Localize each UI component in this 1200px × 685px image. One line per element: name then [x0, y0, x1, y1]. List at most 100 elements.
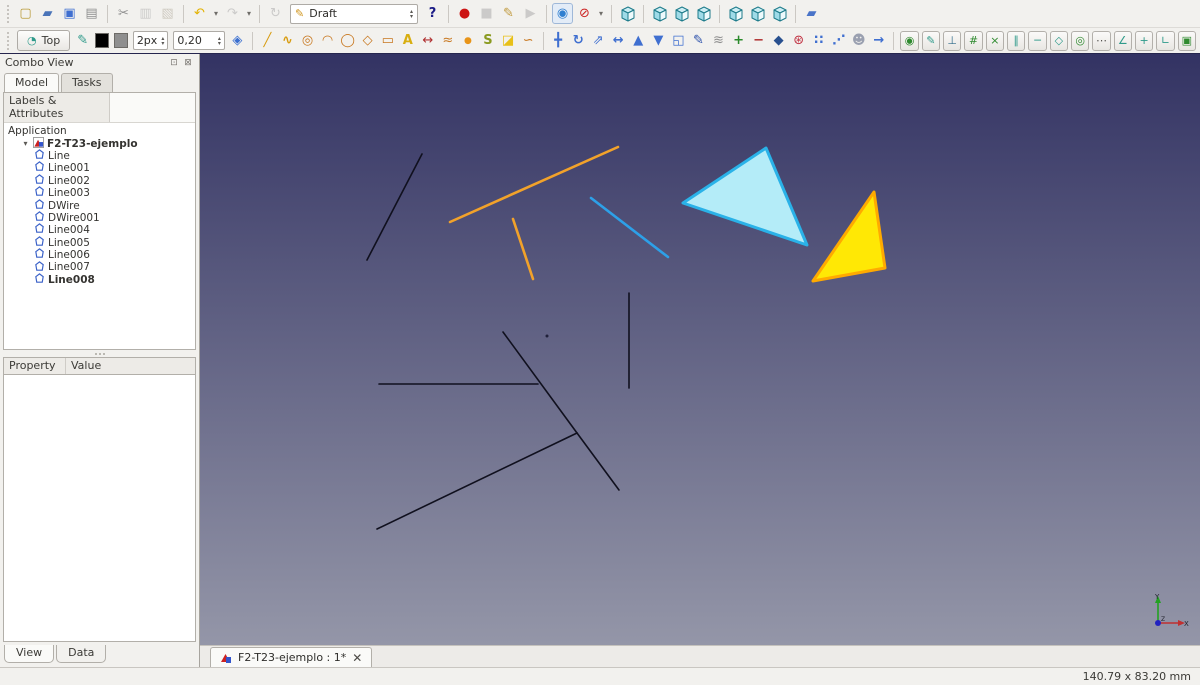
snap-special-icon[interactable]: + — [1135, 31, 1153, 51]
dock-close-icon[interactable]: ⊠ — [182, 57, 194, 69]
right-view-icon[interactable] — [693, 3, 714, 24]
macro-stop-icon[interactable]: ■ — [476, 3, 497, 24]
snap-intersection-icon[interactable]: × — [986, 31, 1004, 51]
working-plane-button[interactable]: ◔Top — [17, 30, 70, 51]
new-file-icon[interactable]: ▢ — [15, 3, 36, 24]
tab-data[interactable]: Data — [56, 645, 106, 663]
draft-shape2dview-icon[interactable]: ◆ — [769, 30, 788, 51]
line-black-diagonal-upper[interactable] — [503, 332, 577, 433]
line-color-swatch[interactable] — [95, 33, 109, 48]
draft-ellipse-icon[interactable]: ◯ — [338, 30, 357, 51]
draft-bspline-icon[interactable]: ≈ — [438, 30, 457, 51]
open-file-icon[interactable]: ▰ — [37, 3, 58, 24]
draft-rotate-icon[interactable]: ↻ — [569, 30, 588, 51]
draft-bezcurve-icon[interactable]: ∽ — [519, 30, 538, 51]
dock-float-icon[interactable]: ⊡ — [168, 57, 180, 69]
tree-item-line001[interactable]: Line001 — [6, 162, 193, 174]
snap-center-icon[interactable]: ◎ — [1071, 31, 1089, 51]
draft-rectangle-icon[interactable]: ▭ — [378, 30, 397, 51]
tree-column-header[interactable]: Labels & Attributes — [4, 93, 110, 122]
line-black-diagonal-lower[interactable] — [577, 433, 619, 490]
snap-endpoint-icon[interactable]: ✎ — [922, 31, 940, 51]
text-scale-spinbox[interactable]: 0,20▴▾ — [173, 31, 225, 50]
draft-edit-icon[interactable]: ✎ — [689, 30, 708, 51]
refresh-icon[interactable]: ↻ — [265, 3, 286, 24]
draft-to-sketch-icon[interactable]: ⊛ — [789, 30, 808, 51]
point-small[interactable] — [546, 335, 549, 338]
draft-path-array-icon[interactable]: ⋰ — [829, 30, 848, 51]
macro-record-icon[interactable]: ● — [454, 3, 475, 24]
rear-view-icon[interactable] — [725, 3, 746, 24]
tree-item-line008[interactable]: Line008 — [6, 274, 193, 286]
text-scale-spinbox-arrows[interactable]: ▴▾ — [218, 36, 221, 46]
draft-move-icon[interactable]: ╋ — [549, 30, 568, 51]
tab-model[interactable]: Model — [4, 73, 59, 92]
draft-wire-icon[interactable]: ∿ — [278, 30, 297, 51]
front-view-icon[interactable] — [649, 3, 670, 24]
snap-perpendicular-icon[interactable]: ⊥ — [943, 31, 961, 51]
tab-close-icon[interactable]: ✕ — [352, 651, 362, 665]
tree-item-application[interactable]: Application — [6, 125, 193, 137]
redo-icon[interactable]: ↷ — [222, 3, 243, 24]
panel-splitter[interactable] — [0, 350, 199, 357]
whats-this-icon[interactable]: ? — [422, 3, 443, 24]
tree-item-line005[interactable]: Line005 — [6, 237, 193, 249]
draft-scale-icon[interactable]: ◱ — [669, 30, 688, 51]
axonometric-view-icon[interactable] — [617, 3, 638, 24]
tree-item-line003[interactable]: Line003 — [6, 187, 193, 199]
draft-line-icon[interactable]: ╱ — [258, 30, 277, 51]
draft-upgrade-icon[interactable]: ▲ — [629, 30, 648, 51]
snap-parallel-icon[interactable]: ∥ — [1007, 31, 1025, 51]
draft-downgrade-icon[interactable]: ▼ — [649, 30, 668, 51]
tree-item-line002[interactable]: Line002 — [6, 175, 193, 187]
cut-icon[interactable]: ✂ — [113, 3, 134, 24]
draft-clone-icon[interactable]: ☻ — [849, 30, 868, 51]
snap-midpoint-icon[interactable]: ◇ — [1050, 31, 1068, 51]
redo-dropdown[interactable]: ▾ — [244, 3, 254, 24]
face-color-swatch[interactable] — [114, 33, 128, 48]
line-blue[interactable] — [591, 198, 668, 257]
tab-tasks[interactable]: Tasks — [61, 73, 112, 92]
snap-angle-icon[interactable]: ∠ — [1114, 31, 1132, 51]
left-view-icon[interactable] — [769, 3, 790, 24]
undo-dropdown[interactable]: ▾ — [211, 3, 221, 24]
macro-edit-icon[interactable]: ✎ — [498, 3, 519, 24]
macro-play-icon[interactable]: ▶ — [520, 3, 541, 24]
fit-all-icon[interactable]: ◉ — [552, 3, 573, 24]
snap-near-icon[interactable]: ⋯ — [1092, 31, 1110, 51]
save-file-icon[interactable]: ▣ — [59, 3, 80, 24]
measure-distance-icon[interactable]: ▰ — [801, 3, 822, 24]
line-black-upper[interactable] — [367, 154, 422, 260]
undo-icon[interactable]: ↶ — [189, 3, 210, 24]
autogroup-icon[interactable]: ◈ — [228, 30, 247, 51]
draft-shapestring-icon[interactable]: S — [478, 30, 497, 51]
snap-ortho-icon[interactable]: ∟ — [1156, 31, 1174, 51]
draft-facebinder-icon[interactable]: ◪ — [498, 30, 517, 51]
workbench-selector[interactable]: ✎Draft▴▾ — [290, 4, 418, 24]
draft-dimension-icon[interactable]: ↔ — [418, 30, 437, 51]
draft-heal-icon[interactable]: → — [869, 30, 888, 51]
dwire-cyan-triangle[interactable] — [683, 148, 807, 245]
line-orange-short[interactable] — [513, 219, 533, 279]
copy-icon[interactable]: ▥ — [135, 3, 156, 24]
print-icon[interactable]: ▤ — [81, 3, 102, 24]
expander-icon[interactable]: ▾ — [21, 139, 30, 148]
snap-grid-icon[interactable]: # — [964, 31, 982, 51]
bottom-view-icon[interactable] — [747, 3, 768, 24]
line-width-spinbox[interactable]: 2px▴▾ — [133, 31, 169, 50]
draft-arc-icon[interactable]: ◠ — [318, 30, 337, 51]
snap-lock-icon[interactable]: ◉ — [900, 31, 918, 51]
draft-polygon-icon[interactable]: ◇ — [358, 30, 377, 51]
property-column-header[interactable]: Property — [4, 358, 66, 374]
construction-mode-icon[interactable]: ✎ — [73, 30, 92, 51]
draft-text-icon[interactable]: A — [398, 30, 417, 51]
tree-item-dwire001[interactable]: DWire001 — [6, 212, 193, 224]
value-column-header[interactable]: Value — [66, 358, 195, 374]
property-editor-body[interactable] — [3, 374, 196, 642]
draw-style-dropdown[interactable]: ▾ — [596, 3, 606, 24]
document-tab[interactable]: F2-T23-ejemplo : 1* ✕ — [210, 647, 372, 667]
draft-del-point-icon[interactable]: − — [749, 30, 768, 51]
draft-offset-icon[interactable]: ⇗ — [589, 30, 608, 51]
line-width-spinbox-arrows[interactable]: ▴▾ — [161, 36, 164, 46]
draw-style-icon[interactable]: ⊘ — [574, 3, 595, 24]
